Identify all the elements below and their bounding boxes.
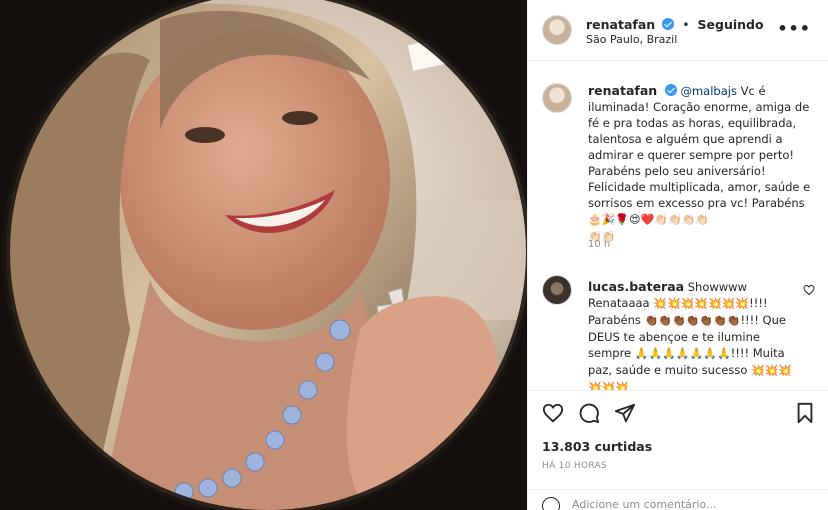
emoji-icon[interactable] <box>542 497 560 510</box>
post-image <box>0 0 527 510</box>
post-photo[interactable] <box>0 0 527 510</box>
comment-like-heart-icon[interactable] <box>803 284 815 296</box>
bookmark-icon[interactable] <box>794 402 816 424</box>
comment-input[interactable] <box>572 494 772 510</box>
post-age[interactable]: HÁ 10 HORAS <box>542 461 607 471</box>
post-header: renatafan • Seguindo São Paulo, Brazil •… <box>528 0 828 61</box>
caption-text: Vc é iluminada! Coração enorme, amiga de… <box>588 84 811 210</box>
caption-username[interactable]: renatafan <box>588 83 657 98</box>
header-user-line: renatafan • Seguindo <box>586 14 764 33</box>
comment: lucas.bateraa Showwww Renataaaa 💥💥💥💥💥💥💥!… <box>588 279 798 390</box>
verified-badge-icon <box>664 84 677 96</box>
caption: renatafan @malbajs Vc é iluminada! Coraç… <box>588 83 820 245</box>
verified-badge-icon <box>662 18 675 30</box>
comment-emojis-b: 👏🏾👏🏾👏🏾👏🏾👏🏾👏🏾👏🏾 <box>644 314 741 327</box>
post-details-panel: renatafan • Seguindo São Paulo, Brazil •… <box>527 0 828 510</box>
caption-emojis: 🎂🎉🌹😍❤️👏🏻👏🏻👏🏻👏🏻 <box>588 213 710 226</box>
separator-dot: • <box>682 18 690 32</box>
author-avatar[interactable] <box>542 15 572 45</box>
actions-section: 13.803 curtidas HÁ 10 HORAS <box>528 390 828 510</box>
post-location[interactable]: São Paulo, Brazil <box>586 33 677 46</box>
comment-emojis-c: 🙏🙏🙏🙏🙏🙏🙏 <box>634 347 731 360</box>
likes-count[interactable]: 13.803 curtidas <box>542 439 652 454</box>
add-comment-bar <box>528 489 828 510</box>
commenter-username[interactable]: lucas.bateraa <box>588 279 684 294</box>
commenter-avatar[interactable] <box>542 275 572 305</box>
comments-area: renatafan @malbajs Vc é iluminada! Coraç… <box>528 61 828 390</box>
more-options-icon[interactable]: ••• <box>777 21 811 37</box>
comment-emojis-a: 💥💥💥💥💥💥💥 <box>653 297 750 310</box>
caption-avatar[interactable] <box>542 83 572 113</box>
comment-icon[interactable] <box>578 402 600 424</box>
caption-mention[interactable]: @malbajs <box>680 84 736 98</box>
caption-time[interactable]: 10 h <box>588 239 610 250</box>
author-username[interactable]: renatafan <box>586 17 655 32</box>
share-icon[interactable] <box>614 402 636 424</box>
heart-icon[interactable] <box>542 402 564 424</box>
follow-status-button[interactable]: Seguindo <box>698 17 764 32</box>
